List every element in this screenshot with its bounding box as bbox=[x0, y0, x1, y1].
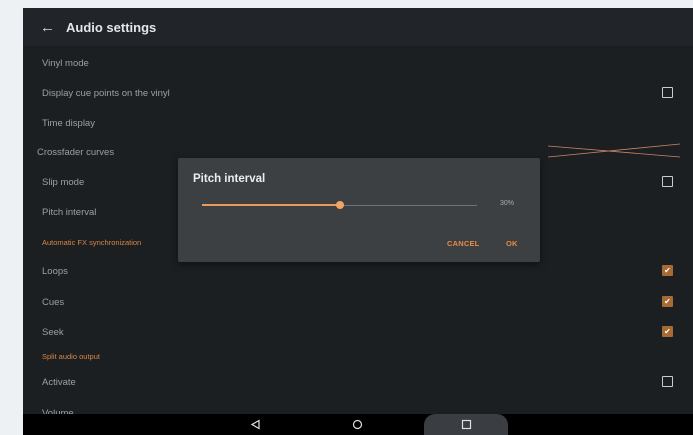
slider-fill bbox=[202, 204, 340, 206]
app-bar: ← Audio settings bbox=[23, 8, 693, 46]
setting-label: Display cue points on the vinyl bbox=[42, 87, 170, 99]
setting-vinyl-mode[interactable]: Vinyl mode bbox=[23, 48, 693, 78]
cancel-button[interactable]: CANCEL bbox=[447, 239, 479, 248]
loops-checkbox[interactable]: ✔ bbox=[662, 265, 673, 276]
page-title: Audio settings bbox=[66, 19, 157, 35]
setting-cues[interactable]: Cues ✔ bbox=[23, 287, 693, 317]
section-header-split-audio: Split audio output bbox=[42, 352, 100, 361]
setting-label: Seek bbox=[42, 326, 64, 338]
setting-label: Time display bbox=[42, 117, 95, 129]
cues-checkbox[interactable]: ✔ bbox=[662, 296, 673, 307]
setting-label: Vinyl mode bbox=[42, 57, 89, 69]
recents-square-icon[interactable] bbox=[456, 414, 476, 435]
setting-display-cue-points[interactable]: Display cue points on the vinyl bbox=[23, 78, 693, 108]
section-header-automatic-fx: Automatic FX synchronization bbox=[42, 238, 142, 247]
back-arrow-icon[interactable]: ← bbox=[40, 19, 55, 36]
pitch-interval-dialog: Pitch interval 30% CANCEL OK bbox=[178, 158, 540, 262]
setting-label: Activate bbox=[42, 376, 76, 388]
setting-label: Cues bbox=[42, 296, 65, 308]
slip-mode-checkbox[interactable] bbox=[662, 176, 673, 187]
activate-checkbox[interactable] bbox=[662, 376, 673, 387]
setting-seek[interactable]: Seek ✔ bbox=[23, 317, 693, 347]
slider-thumb[interactable] bbox=[335, 201, 344, 209]
ok-button[interactable]: OK bbox=[506, 239, 518, 248]
setting-activate[interactable]: Activate bbox=[23, 367, 693, 397]
dialog-title: Pitch interval bbox=[193, 173, 266, 185]
back-triangle-icon[interactable] bbox=[245, 414, 265, 435]
seek-checkbox[interactable]: ✔ bbox=[662, 326, 673, 337]
cue-points-checkbox[interactable] bbox=[662, 87, 673, 98]
setting-label: Slip mode bbox=[42, 176, 85, 188]
setting-label: Loops bbox=[42, 265, 68, 277]
setting-time-display[interactable]: Time display bbox=[23, 108, 693, 138]
home-circle-icon[interactable] bbox=[347, 414, 367, 435]
android-screen: ← Audio settings Vinyl mode Display cue … bbox=[23, 8, 693, 435]
crossfader-curve-icon bbox=[548, 143, 681, 158]
setting-label: Pitch interval bbox=[42, 206, 97, 218]
setting-label: Crossfader curves bbox=[37, 146, 115, 158]
slider-value: 30% bbox=[500, 200, 515, 207]
navigation-bar bbox=[23, 414, 693, 435]
